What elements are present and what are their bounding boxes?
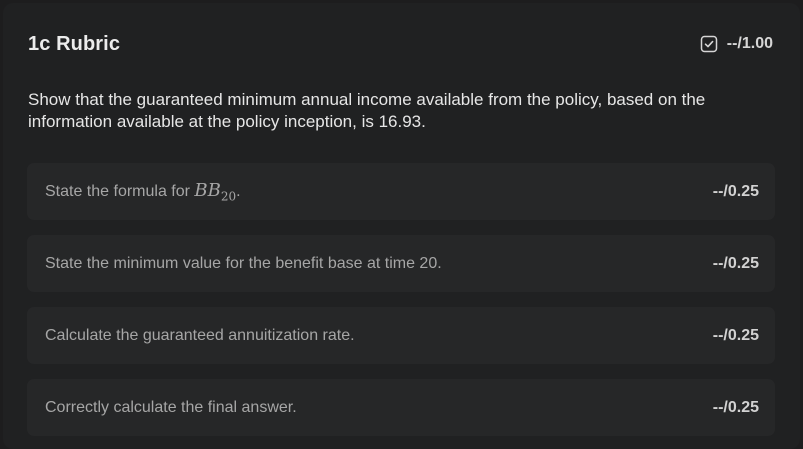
math-main: BB (194, 179, 221, 201)
total-score-value: --/1.00 (726, 35, 773, 52)
criteria-list: State the formula for BB20. --/0.25 Stat… (27, 163, 775, 436)
math-expression: BB20 (194, 179, 237, 204)
checkbox-icon (700, 35, 718, 53)
criterion-row: State the formula for BB20. --/0.25 (27, 163, 775, 220)
rubric-title: 1c Rubric (28, 32, 121, 55)
rubric-description: Show that the guaranteed minimum annual … (28, 90, 706, 131)
criterion-label-prefix: State the formula for (45, 182, 195, 200)
criterion-label: State the minimum value for the benefit … (45, 254, 442, 272)
criterion-label: State the formula for BB20. (45, 180, 241, 204)
criterion-row: State the minimum value for the benefit … (27, 235, 775, 292)
math-subscript: 20 (220, 189, 237, 204)
rubric-panel: 1c Rubric --/1.00 Show that the guarante… (3, 3, 800, 449)
criterion-row: Calculate the guaranteed annuitization r… (27, 307, 775, 364)
rubric-header: 1c Rubric --/1.00 (28, 31, 773, 57)
criterion-row: Correctly calculate the final answer. --… (27, 379, 775, 436)
criterion-score: --/0.25 (712, 182, 759, 200)
criterion-score: --/0.25 (712, 254, 759, 272)
criterion-score: --/0.25 (712, 326, 759, 344)
total-score: --/1.00 (700, 35, 773, 53)
criterion-label: Correctly calculate the final answer. (45, 398, 297, 416)
criterion-label-suffix: . (236, 182, 241, 200)
criterion-label: Calculate the guaranteed annuitization r… (45, 326, 355, 344)
criterion-score: --/0.25 (712, 398, 759, 416)
